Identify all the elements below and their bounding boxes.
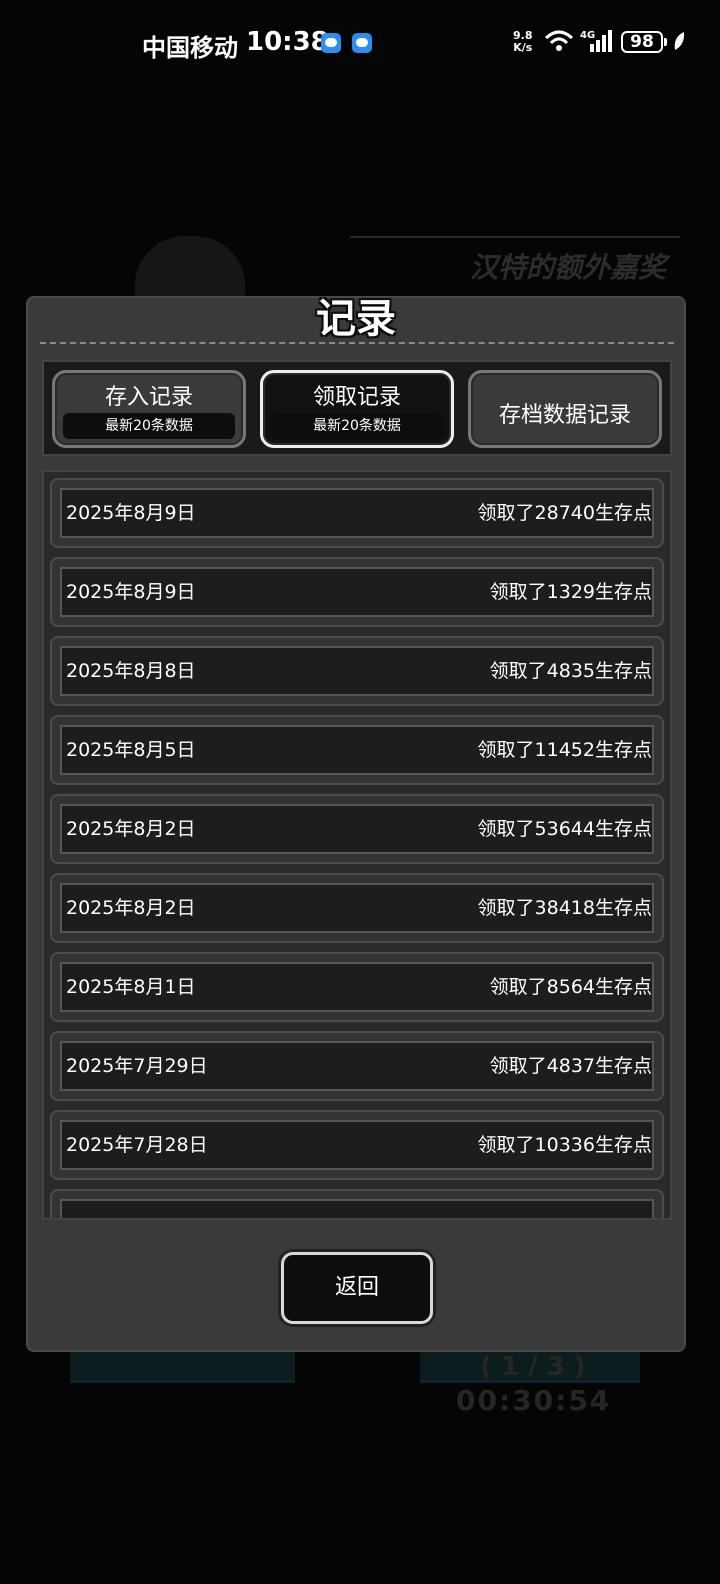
tab-label: 领取记录 [312, 385, 401, 410]
record-amount: 领取了1329生存点 [489, 581, 652, 603]
record-date: 2025年8月9日 [66, 581, 196, 603]
record-date: 2025年8月1日 [66, 976, 196, 998]
record-amount: 领取了10336生存点 [477, 1134, 652, 1156]
tab-label: 存入记录 [104, 385, 193, 410]
record-row: 2025年8月2日 领取了38418生存点 [50, 873, 664, 943]
record-row: 2025年8月9日 领取了28740生存点 [50, 478, 664, 548]
record-row: 2025年7月29日 领取了4837生存点 [50, 1031, 664, 1101]
record-row: 2025年8月8日 领取了4835生存点 [50, 636, 664, 706]
records-list[interactable]: 2025年8月9日 领取了28740生存点 2025年8月9日 领取了1329生存点… [42, 470, 672, 1220]
record-date: 2025年8月5日 [66, 739, 196, 761]
tab-label: 存档数据记录 [498, 403, 631, 428]
battery-tip [664, 38, 667, 46]
cellular-signal-icon: 4G [580, 30, 612, 52]
record-date: 2025年7月29日 [66, 1055, 208, 1077]
record-date: 2025年8月2日 [66, 897, 196, 919]
svg-text:4G: 4G [580, 30, 595, 41]
power-saving-leaf-icon [674, 32, 685, 50]
back-button[interactable]: 返回 [281, 1252, 433, 1324]
tab-save-data-records[interactable]: 存档数据记录 [468, 370, 662, 448]
tab-sublabel: 最新20条数据 [63, 413, 235, 439]
record-amount: 领取了11452生存点 [477, 739, 652, 761]
tab-bar: 存入记录 最新20条数据 领取记录 最新20条数据 存档数据记录 [42, 360, 672, 456]
records-dialog: 记录 存入记录 最新20条数据 领取记录 最新20条数据 存档数据记录 2025… [26, 296, 686, 1352]
status-bar: 中国移动 10:38 9.8 K/s 4G 98 [0, 0, 720, 88]
record-row: 2025年8月5日 领取了11452生存点 [50, 715, 664, 785]
message-notification-icon [321, 33, 341, 53]
background-timer: 00:30:54 [456, 1384, 612, 1417]
record-row: 2025年8月9日 领取了1329生存点 [50, 557, 664, 627]
dialog-title: 记录 [316, 296, 396, 342]
record-date: 2025年8月9日 [66, 502, 196, 524]
background-progress: ( 1 / 3 ) [480, 1352, 586, 1382]
tab-claim-records[interactable]: 领取记录 最新20条数据 [260, 370, 454, 448]
record-row-partial [50, 1189, 664, 1218]
record-row: 2025年8月1日 领取了8564生存点 [50, 952, 664, 1022]
carrier-name: 中国移动 [142, 34, 238, 62]
record-date: 2025年8月2日 [66, 818, 196, 840]
record-amount: 领取了53644生存点 [477, 818, 652, 840]
tab-deposit-records[interactable]: 存入记录 最新20条数据 [52, 370, 246, 448]
clock: 10:38 [246, 27, 329, 57]
record-amount: 领取了38418生存点 [477, 897, 652, 919]
wifi-icon [544, 30, 574, 51]
network-speed: 9.8 K/s [513, 29, 533, 54]
record-amount: 领取了28740生存点 [477, 502, 652, 524]
background-card [70, 1350, 295, 1383]
tab-sublabel: 最新20条数据 [271, 413, 443, 439]
record-amount: 领取了4835生存点 [489, 660, 652, 682]
record-row: 2025年8月2日 领取了53644生存点 [50, 794, 664, 864]
record-amount: 领取了8564生存点 [489, 976, 652, 998]
record-date: 2025年7月28日 [66, 1134, 208, 1156]
battery-indicator: 98 [621, 31, 663, 53]
title-divider [40, 342, 674, 344]
record-amount: 领取了4837生存点 [489, 1055, 652, 1077]
message-notification-icon [352, 33, 372, 53]
record-row: 2025年7月28日 领取了10336生存点 [50, 1110, 664, 1180]
record-date: 2025年8月8日 [66, 660, 196, 682]
